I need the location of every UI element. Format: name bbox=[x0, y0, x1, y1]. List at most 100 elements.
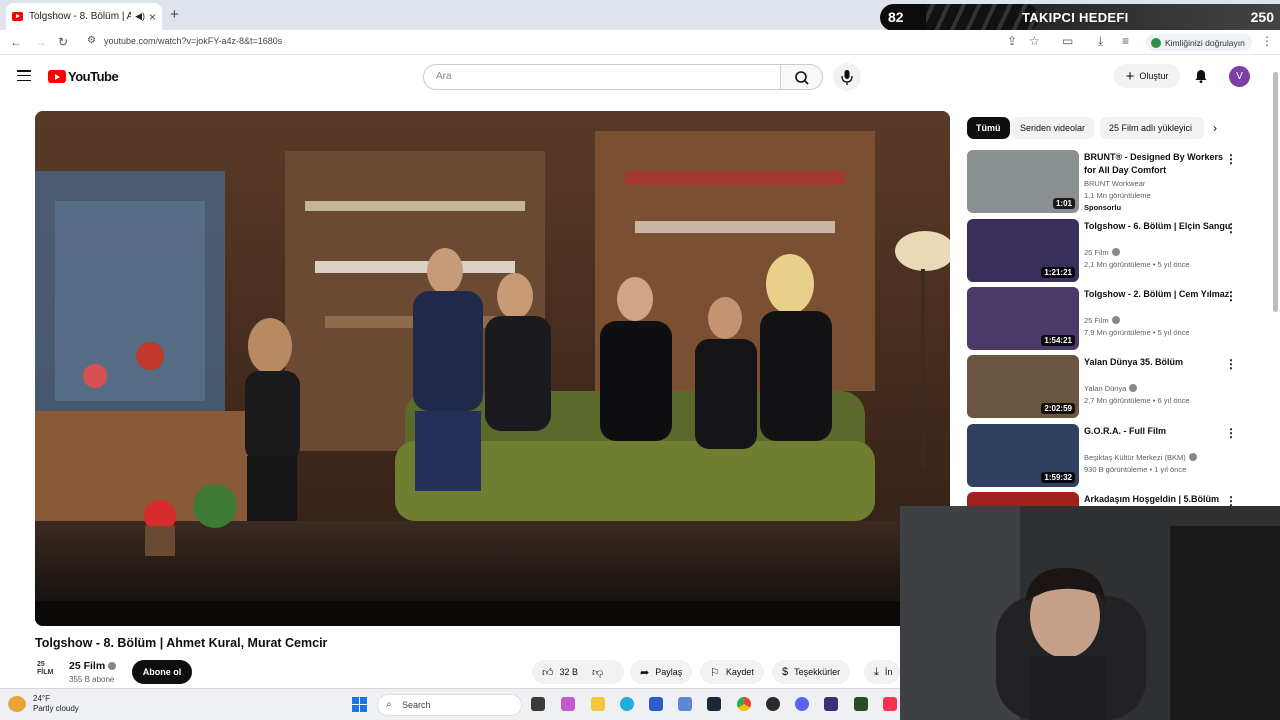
more-options-icon[interactable]: ⋮ bbox=[1225, 152, 1237, 166]
notifications-button[interactable] bbox=[1193, 68, 1209, 89]
taskbar-search-label: Search bbox=[402, 700, 431, 710]
recommendation-channel[interactable]: BRUNT Workwear bbox=[1084, 179, 1145, 188]
verify-label: Kimliğinizi doğrulayın bbox=[1165, 37, 1245, 48]
save-button[interactable]: ⚐ Kaydet bbox=[700, 660, 764, 684]
verified-icon bbox=[1188, 453, 1197, 461]
recommendation-channel[interactable]: 25 Film bbox=[1084, 316, 1120, 325]
subscriber-count: 355 B abone bbox=[69, 675, 115, 684]
video-thumbnail[interactable]: 2:02:59 bbox=[967, 355, 1079, 418]
thanks-button[interactable]: $ Teşekkürler bbox=[772, 660, 851, 684]
scrollbar-thumb[interactable] bbox=[1273, 72, 1278, 312]
forward-icon[interactable]: → bbox=[35, 35, 47, 49]
recommendation-meta: 930 B görüntüleme • 1 yıl önce bbox=[1084, 465, 1187, 474]
menu-icon[interactable] bbox=[17, 70, 31, 82]
video-thumbnail[interactable]: 1:59:32 bbox=[967, 424, 1079, 487]
subscribe-button[interactable]: Abone ol bbox=[132, 660, 192, 684]
discord-icon[interactable] bbox=[795, 697, 809, 711]
youtube-logo[interactable]: YouTube bbox=[48, 69, 119, 84]
recommendation-title[interactable]: Yalan Dünya 35. Bölüm bbox=[1084, 356, 1232, 369]
recommendation-meta: 7,9 Mn görüntüleme • 5 yıl önce bbox=[1084, 328, 1190, 337]
os-taskbar: 24°F Partly cloudy ⌕ Search bbox=[0, 688, 900, 720]
recommendation-title[interactable]: Tolgshow - 6. Bölüm | Elçin Sangu bbox=[1084, 220, 1232, 233]
back-icon[interactable]: ← bbox=[10, 35, 22, 49]
recommendation-channel[interactable]: 25 Film bbox=[1084, 248, 1120, 257]
video-frame-image bbox=[35, 111, 950, 626]
recommendation-channel[interactable]: Yalan Dünya bbox=[1084, 384, 1138, 393]
speaker-icon[interactable]: ◀) bbox=[135, 11, 145, 22]
tab-title: Tolgshow - 8. Bölüm | Ahm bbox=[29, 11, 132, 22]
scrollbar[interactable] bbox=[1270, 60, 1280, 506]
video-player[interactable] bbox=[35, 111, 950, 626]
recommendation-title[interactable]: Arkadaşım Hoşgeldin | 5.Bölüm bbox=[1084, 493, 1232, 506]
video-thumbnail[interactable]: 1:21:21 bbox=[967, 219, 1079, 282]
download-button[interactable]: ⤓ İn bbox=[864, 660, 900, 684]
weather-widget[interactable]: 24°F Partly cloudy bbox=[33, 694, 79, 714]
browser-menu-icon[interactable]: ⋮ bbox=[1261, 34, 1273, 48]
windows-start-icon[interactable] bbox=[352, 697, 367, 712]
game-icon[interactable] bbox=[824, 697, 838, 711]
copilot-icon[interactable] bbox=[561, 697, 575, 711]
recommendation-title[interactable]: Tolgshow - 2. Bölüm | Cem Yılmaz bbox=[1084, 288, 1232, 301]
channel-name[interactable]: 25 Film bbox=[69, 660, 117, 672]
more-options-icon[interactable]: ⋮ bbox=[1225, 426, 1237, 440]
recommendation-item[interactable]: 1:59:32 G.O.R.A. - Full Film Beşiktaş Kült… bbox=[967, 424, 1257, 488]
nvidia-icon[interactable] bbox=[854, 697, 868, 711]
verify-identity-button[interactable]: Kimliğinizi doğrulayın bbox=[1146, 34, 1252, 51]
address-bar-row: ← → ↻ ⚙ youtube.com/watch?v=jokFY-a4z-8&… bbox=[0, 30, 1280, 55]
search-input[interactable]: Ara bbox=[423, 64, 781, 90]
search-button[interactable] bbox=[781, 64, 823, 90]
webcam-image bbox=[900, 506, 1280, 720]
temperature: 24°F bbox=[33, 694, 50, 703]
recommendation-item[interactable]: 2:02:59 Yalan Dünya 35. Bölüm Yalan Dünya 2… bbox=[967, 355, 1257, 419]
site-info-icon[interactable]: ⚙ bbox=[87, 35, 96, 46]
more-options-icon[interactable]: ⋮ bbox=[1225, 357, 1237, 371]
video-duration: 1:01 bbox=[1052, 198, 1075, 209]
search-icon bbox=[795, 71, 809, 85]
download-icon[interactable]: ⤓ bbox=[1098, 34, 1103, 49]
screen-cast-icon[interactable]: ▭ bbox=[1062, 34, 1073, 48]
bookmark-star-icon[interactable]: ☆ bbox=[1029, 34, 1040, 48]
thumbs-down-icon[interactable]: 👎︎ bbox=[592, 666, 603, 679]
url-field[interactable]: youtube.com/watch?v=jokFY-a4z-8&t=1680s bbox=[104, 36, 282, 46]
reading-list-icon[interactable]: ≡ bbox=[1122, 34, 1129, 48]
recommendation-item[interactable]: 1:21:21 Tolgshow - 6. Bölüm | Elçin Sangu… bbox=[967, 219, 1257, 283]
task-view-icon[interactable] bbox=[531, 697, 545, 711]
install-app-icon[interactable]: ⇪ bbox=[1007, 34, 1017, 48]
voice-search-button[interactable] bbox=[833, 63, 861, 91]
more-options-icon[interactable]: ⋮ bbox=[1225, 289, 1237, 303]
recommendation-item[interactable]: 1:01 BRUNT® - Designed By Workers for All… bbox=[967, 150, 1257, 214]
chip-all[interactable]: Tümü bbox=[967, 117, 1010, 139]
close-tab-icon[interactable]: × bbox=[149, 10, 156, 24]
browser-tab-active[interactable]: Tolgshow - 8. Bölüm | Ahm ◀) × bbox=[6, 3, 162, 30]
file-explorer-icon[interactable] bbox=[591, 697, 605, 711]
chrome-icon[interactable] bbox=[737, 697, 751, 711]
recommendation-title[interactable]: G.O.R.A. - Full Film bbox=[1084, 425, 1232, 438]
download-label: İn bbox=[884, 667, 893, 677]
chip-series[interactable]: Seriden videolar bbox=[1011, 117, 1095, 139]
youtube-favicon-icon bbox=[12, 12, 23, 21]
recommendation-channel[interactable]: Beşiktaş Kültür Merkezi (BKM) bbox=[1084, 453, 1197, 462]
reload-icon[interactable]: ↻ bbox=[58, 35, 68, 49]
steam-icon[interactable] bbox=[707, 697, 721, 711]
edge-icon[interactable] bbox=[620, 697, 634, 711]
create-button[interactable]: + Oluştur bbox=[1114, 64, 1180, 88]
video-thumbnail[interactable]: 1:01 bbox=[967, 150, 1079, 213]
recommendation-title[interactable]: BRUNT® - Designed By Workers for All Day… bbox=[1084, 151, 1232, 176]
store-icon[interactable] bbox=[649, 697, 663, 711]
channel-logo[interactable]: 25 FİLM bbox=[37, 661, 59, 683]
taskbar-search[interactable]: ⌕ Search bbox=[377, 694, 522, 716]
recommendation-meta: 1,1 Mn görüntüleme bbox=[1084, 191, 1151, 200]
account-avatar[interactable]: V bbox=[1229, 66, 1250, 87]
thumbs-up-icon[interactable]: 👍︎ bbox=[542, 666, 554, 679]
obs-icon[interactable] bbox=[766, 697, 780, 711]
like-count[interactable]: 32 B bbox=[560, 667, 579, 677]
chip-uploader[interactable]: 25 Film adlı yükleyici bbox=[1100, 117, 1204, 139]
video-thumbnail[interactable]: 1:54:21 bbox=[967, 287, 1079, 350]
chevron-right-icon[interactable]: › bbox=[1213, 121, 1217, 135]
share-button[interactable]: ➦ Paylaş bbox=[630, 660, 693, 684]
recommendation-item[interactable]: 1:54:21 Tolgshow - 2. Bölüm | Cem Yılmaz 2… bbox=[967, 287, 1257, 351]
new-tab-button[interactable]: + bbox=[170, 6, 179, 23]
app-icon[interactable] bbox=[678, 697, 692, 711]
music-icon[interactable] bbox=[883, 697, 897, 711]
more-options-icon[interactable]: ⋮ bbox=[1225, 221, 1237, 235]
